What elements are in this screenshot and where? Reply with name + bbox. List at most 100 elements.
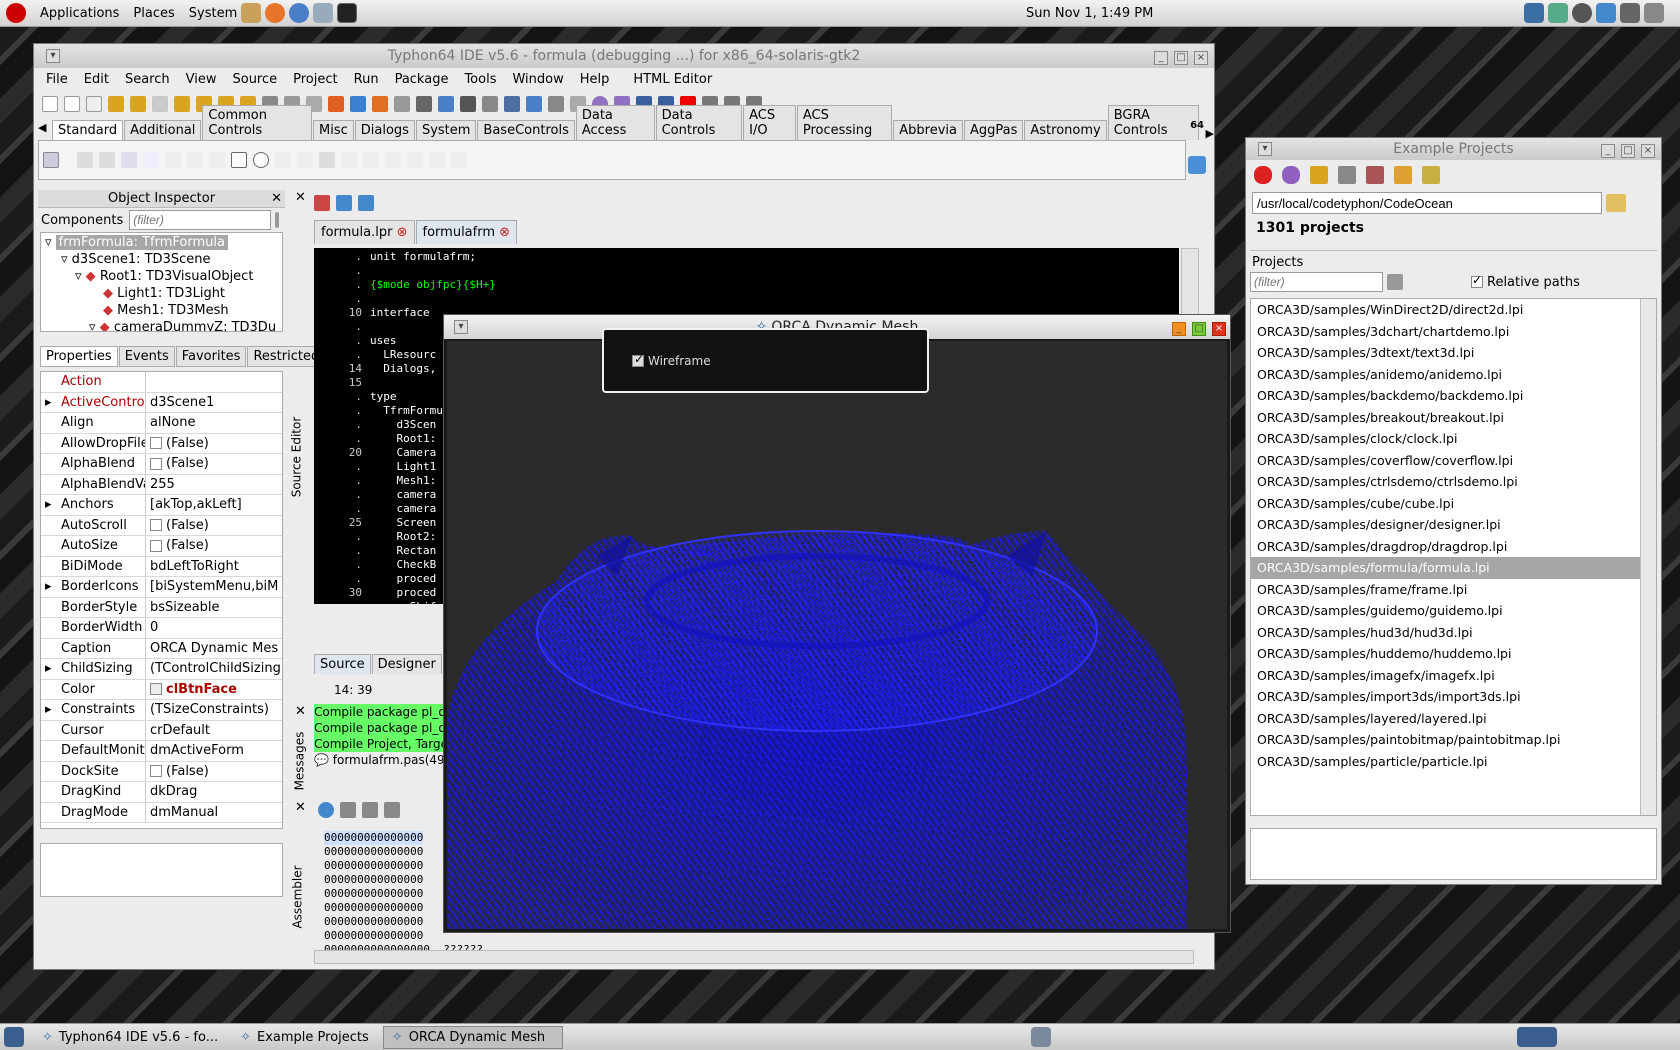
checkgroup-icon[interactable] <box>385 152 401 168</box>
project-item[interactable]: ORCA3D/samples/cube/cube.lpi <box>1251 493 1656 515</box>
inspector-icon[interactable] <box>394 96 410 112</box>
window-list-icon[interactable] <box>416 96 432 112</box>
radiobutton-icon[interactable] <box>253 152 269 168</box>
tab-bgra-controls[interactable]: BGRA Controls <box>1107 105 1199 140</box>
terminal-icon[interactable] <box>337 3 358 23</box>
taskbar-item-projects[interactable]: ✧ Example Projects <box>232 1026 377 1049</box>
tab-formulafrm[interactable]: formulafrm ⊗ <box>415 220 518 244</box>
show-desktop-icon[interactable] <box>4 1027 24 1047</box>
project-item[interactable]: ORCA3D/samples/3dchart/chartdemo.lpi <box>1251 321 1656 343</box>
expand-icon[interactable] <box>1338 166 1356 184</box>
project-item[interactable]: ORCA3D/samples/3dtext/text3d.lpi <box>1251 342 1656 364</box>
ide-titlebar[interactable]: ▾ Typhon64 IDE v5.6 - formula (debugging… <box>34 44 1214 68</box>
message-item[interactable]: Compile Project, Targe <box>314 736 454 752</box>
property-row[interactable]: AutoScroll (False) <box>41 515 282 536</box>
property-value[interactable]: [akTop,akLeft] <box>146 495 282 515</box>
property-value[interactable] <box>146 372 282 392</box>
property-row[interactable]: ▸ ActiveControl d3Scene1 <box>41 392 282 413</box>
project-item[interactable]: ORCA3D/samples/anidemo/anidemo.lpi <box>1251 364 1656 386</box>
property-value[interactable]: clBtnFace <box>146 680 282 700</box>
message-item[interactable]: Compile package pl_or <box>314 720 454 736</box>
property-value[interactable]: ORCA Dynamic Mes <box>146 639 282 659</box>
tab-data-access[interactable]: Data Access <box>575 105 655 140</box>
project-item[interactable]: ORCA3D/samples/hud3d/hud3d.lpi <box>1251 622 1656 644</box>
view-forms-icon[interactable] <box>350 96 366 112</box>
pointer-icon[interactable] <box>43 152 59 168</box>
palette-right-icon[interactable]: ▶ <box>1206 127 1214 140</box>
goto-icon[interactable] <box>384 802 400 818</box>
menu-window[interactable]: Window <box>512 72 563 87</box>
open-project-icon[interactable] <box>130 96 146 112</box>
groupbox-icon[interactable] <box>341 152 357 168</box>
property-row[interactable]: BiDiMode bdLeftToRight <box>41 556 282 577</box>
minimize-icon[interactable]: _ <box>1601 143 1615 158</box>
home-icon[interactable] <box>241 3 262 23</box>
star-icon[interactable] <box>1422 166 1440 184</box>
property-row[interactable]: ▸ ChildSizing (TControlChildSizing <box>41 659 282 680</box>
project-item[interactable]: ORCA3D/samples/breakout/breakout.lpi <box>1251 407 1656 429</box>
property-row[interactable]: AlphaBlend (False) <box>41 454 282 475</box>
trash-icon[interactable] <box>1031 1027 1051 1047</box>
project-item[interactable]: ORCA3D/samples/guidemo/guidemo.lpi <box>1251 600 1656 622</box>
forward-icon[interactable] <box>358 195 374 211</box>
popupmenu-icon[interactable] <box>99 152 115 168</box>
palette-left-icon[interactable]: ◀ <box>38 121 46 134</box>
view-units-icon[interactable] <box>328 96 344 112</box>
components-filter-input[interactable] <box>129 210 272 230</box>
tab-system[interactable]: System <box>415 120 477 140</box>
property-value[interactable]: [biSystemMenu,biM <box>146 577 282 597</box>
tab-misc[interactable]: Misc <box>313 120 354 140</box>
tray-icon[interactable] <box>1524 3 1544 23</box>
workspace-switcher[interactable] <box>1517 1027 1557 1047</box>
project-item[interactable]: ORCA3D/samples/ctrlsdemo/ctrlsdemo.lpi <box>1251 471 1656 493</box>
project-item[interactable]: ORCA3D/samples/WinDirect2D/direct2d.lpi <box>1251 299 1656 321</box>
property-value[interactable]: alNone <box>146 413 282 433</box>
taskbar-item-ide[interactable]: ✧ Typhon64 IDE v5.6 - fo... <box>34 1026 226 1049</box>
build-icon[interactable] <box>1310 166 1328 184</box>
projects-filter-input[interactable] <box>1250 272 1383 292</box>
menu-search[interactable]: Search <box>125 72 170 87</box>
clock-icon[interactable] <box>1572 3 1592 23</box>
tab-favorites[interactable]: Favorites <box>175 346 247 367</box>
property-row[interactable]: Action <box>41 372 282 393</box>
wireframe-checkbox[interactable]: ✓ <box>632 352 644 367</box>
assembler-scrollbar[interactable] <box>314 950 1194 964</box>
menu-help[interactable]: Help <box>580 72 610 87</box>
property-row[interactable]: BorderStyle bsSizeable <box>41 597 282 618</box>
property-row[interactable]: DockSite (False) <box>41 761 282 782</box>
close-icon[interactable]: × <box>1194 50 1208 65</box>
tab-acs-processing[interactable]: ACS Processing <box>796 105 893 140</box>
menu-project[interactable]: Project <box>293 72 337 87</box>
tab-designer[interactable]: Designer <box>371 654 442 674</box>
tab-astronomy[interactable]: Astronomy <box>1024 120 1107 140</box>
save-icon[interactable] <box>152 96 168 112</box>
menu-file[interactable]: File <box>46 72 68 87</box>
property-value[interactable]: (False) <box>146 454 282 474</box>
property-row[interactable]: ▸ Constraints (TSizeConstraints) <box>41 700 282 721</box>
project-item[interactable]: ORCA3D/samples/layered/layered.lpi <box>1251 708 1656 730</box>
menu-view[interactable]: View <box>186 72 217 87</box>
property-value[interactable]: (False) <box>146 434 282 454</box>
property-row[interactable]: Align alNone <box>41 413 282 434</box>
project-item[interactable]: ORCA3D/samples/imagefx/imagefx.lpi <box>1251 665 1656 687</box>
browse-folder-icon[interactable] <box>1606 194 1626 212</box>
compiler-icon[interactable] <box>526 96 542 112</box>
property-row[interactable]: ▸ BorderIcons [biSystemMenu,biM <box>41 577 282 598</box>
back-icon[interactable] <box>336 195 352 211</box>
tools-icon[interactable] <box>548 96 564 112</box>
tab-additional[interactable]: Additional <box>124 120 202 140</box>
property-value[interactable]: bsSizeable <box>146 598 282 618</box>
property-value[interactable]: 0 <box>146 618 282 638</box>
step-back-icon[interactable] <box>362 802 378 818</box>
close-icon[interactable]: × <box>1641 143 1655 158</box>
window-menu-icon[interactable]: ▾ <box>1258 142 1272 156</box>
property-row[interactable]: AllowDropFiles(False) <box>41 433 282 454</box>
close-icon[interactable]: × <box>1212 321 1226 336</box>
asm-row[interactable]: 000000000000000 <box>324 831 424 845</box>
download-icon[interactable] <box>1188 156 1206 174</box>
filter-icon[interactable] <box>275 212 279 228</box>
window-menu-icon[interactable]: ▾ <box>46 49 60 63</box>
menu-source[interactable]: Source <box>232 72 277 87</box>
network-icon[interactable] <box>1548 3 1568 23</box>
project-item[interactable]: ORCA3D/samples/formula/formula.lpi <box>1251 557 1656 579</box>
